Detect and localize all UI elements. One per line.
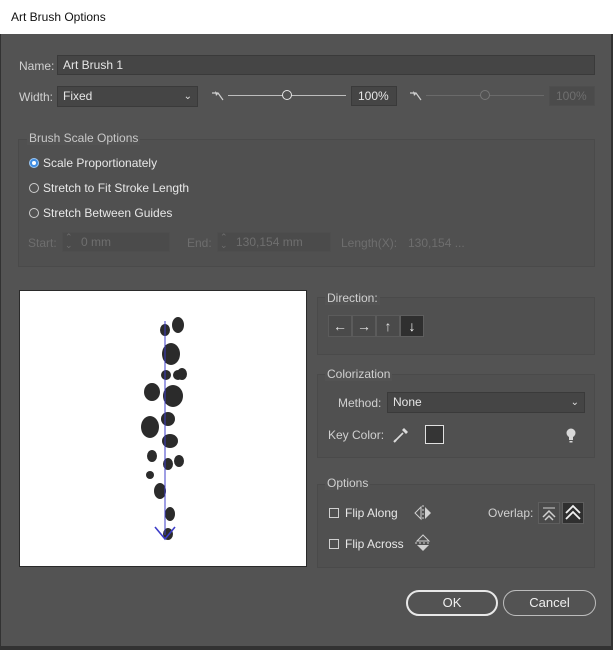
radio-label: Scale Proportionately <box>43 156 158 170</box>
overlap-adjust-icon[interactable] <box>538 502 560 524</box>
overlap-default-icon[interactable] <box>562 502 584 524</box>
start-value: 0 mm <box>81 235 111 249</box>
direction-title: Direction: <box>325 291 380 305</box>
width-select[interactable]: Fixed ⌄ <box>57 86 198 107</box>
end-label: End: <box>187 236 212 250</box>
variation-slider-thumb <box>480 90 490 100</box>
window-title: Art Brush Options <box>0 0 613 34</box>
radio-button[interactable] <box>29 208 39 218</box>
radio-stretch-to-fit[interactable]: Stretch to Fit Stroke Length <box>29 181 189 195</box>
pressure-pen-icon <box>210 89 226 105</box>
variation-percent-field: 100% <box>549 86 595 106</box>
pressure-pen-icon-secondary <box>408 89 424 105</box>
brush-preview <box>19 290 307 567</box>
arrow-down-icon[interactable]: ↓ <box>400 315 424 337</box>
end-value: 130,154 mm <box>236 235 303 249</box>
key-color-label: Key Color: <box>328 428 385 442</box>
art-brush-options-dialog: Name: Art Brush 1 Width: Fixed ⌄ 100% 10… <box>1 34 611 646</box>
options-title: Options <box>325 476 371 490</box>
flip-along-icon <box>413 504 433 522</box>
width-label: Width: <box>19 90 54 104</box>
colorization-title: Colorization <box>325 367 393 381</box>
arrow-up-icon[interactable]: ↑ <box>376 315 400 337</box>
end-field: 130,154 mm <box>217 232 331 252</box>
radio-label: Stretch to Fit Stroke Length <box>43 181 190 195</box>
width-percent-field[interactable]: 100% <box>351 86 397 106</box>
length-value: 130,154 ... <box>408 236 465 250</box>
radio-button-selected[interactable] <box>29 158 39 168</box>
overlap-label: Overlap: <box>488 506 534 520</box>
start-field: 0 mm <box>62 232 170 252</box>
flip-along-option[interactable]: Flip Along <box>329 506 398 520</box>
cancel-button[interactable]: Cancel <box>503 590 596 616</box>
brush-preview-art <box>141 317 187 541</box>
name-input[interactable]: Art Brush 1 <box>57 55 595 75</box>
flip-across-icon <box>414 533 432 553</box>
method-label: Method: <box>338 396 382 410</box>
arrow-right-icon[interactable]: → <box>352 315 376 337</box>
radio-button[interactable] <box>29 183 39 193</box>
flip-along-checkbox[interactable] <box>329 508 339 518</box>
flip-across-option[interactable]: Flip Across <box>329 537 404 551</box>
chevron-down-icon: ⌄ <box>570 397 579 408</box>
flip-across-checkbox[interactable] <box>329 539 339 549</box>
name-label: Name: <box>19 59 55 73</box>
method-select-value: None <box>393 395 422 409</box>
arrow-left-icon[interactable]: ← <box>328 315 352 337</box>
tips-lightbulb-icon[interactable] <box>563 426 579 444</box>
stepper-icon: ⌃ ⌄ <box>220 232 228 250</box>
flip-along-label: Flip Along <box>345 506 398 520</box>
colorization-group <box>317 374 595 458</box>
width-slider-thumb[interactable] <box>282 90 292 100</box>
options-group <box>317 484 595 568</box>
radio-stretch-between-guides[interactable]: Stretch Between Guides <box>29 206 172 220</box>
ok-button[interactable]: OK <box>406 590 498 616</box>
chevron-down-icon: ⌄ <box>183 91 192 102</box>
key-color-swatch[interactable] <box>425 425 444 444</box>
length-label: Length(X): <box>341 236 398 250</box>
stepper-icon: ⌃ ⌄ <box>65 232 73 250</box>
start-label: Start: <box>28 236 57 250</box>
radio-scale-proportionately[interactable]: Scale Proportionately <box>29 156 157 170</box>
flip-across-label: Flip Across <box>345 537 404 551</box>
width-select-value: Fixed <box>63 89 93 103</box>
eyedropper-icon[interactable] <box>392 426 410 444</box>
radio-label: Stretch Between Guides <box>43 206 173 220</box>
method-select[interactable]: None ⌄ <box>387 392 585 413</box>
brush-scale-options-title: Brush Scale Options <box>27 131 141 145</box>
